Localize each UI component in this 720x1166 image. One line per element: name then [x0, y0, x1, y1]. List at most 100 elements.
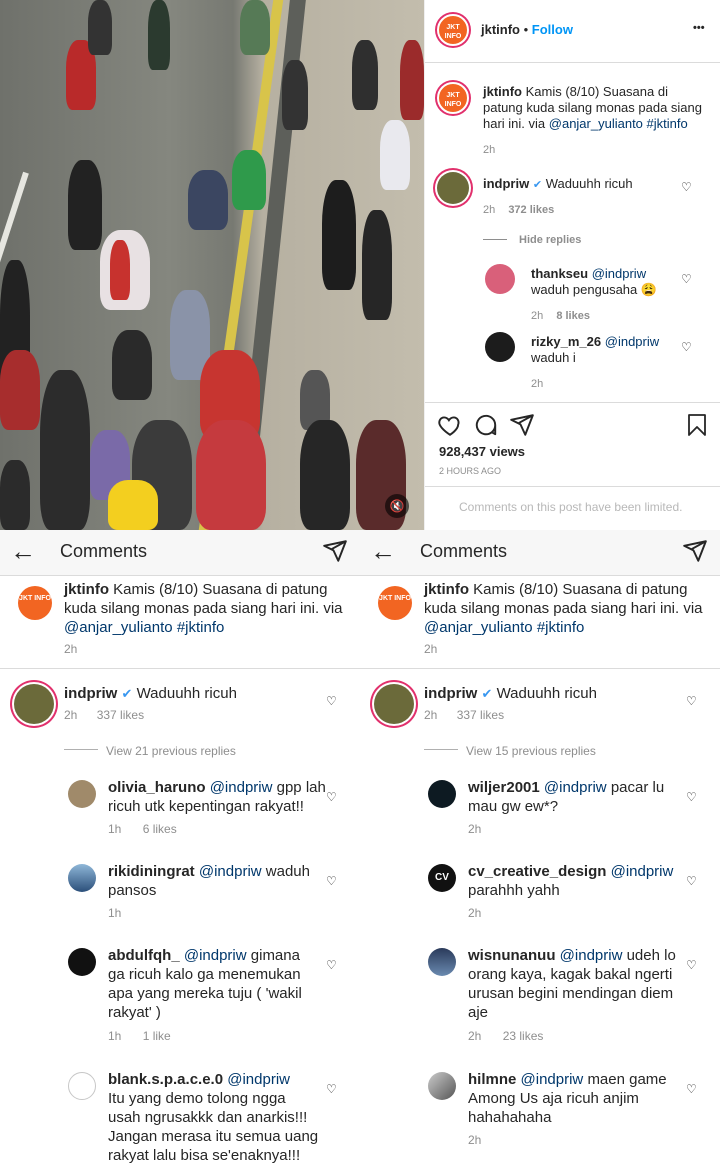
comment-time: 2h — [424, 708, 438, 722]
reply-username[interactable]: wisnunanuu — [468, 947, 556, 964]
jktinfo-avatar-caption[interactable]: JKT INFO — [437, 82, 469, 114]
reply-likes[interactable]: 23 likes — [503, 1029, 544, 1043]
mute-icon[interactable]: 🔇 — [385, 494, 409, 518]
comment-icon[interactable] — [473, 412, 499, 438]
caption-username[interactable]: jktinfo — [483, 84, 522, 99]
jktinfo-avatar-image[interactable]: JKT INFO — [378, 586, 412, 620]
indpriw-avatar[interactable] — [14, 684, 54, 724]
comment-username[interactable]: indpriw — [483, 176, 529, 191]
caption-username[interactable]: jktinfo — [64, 581, 109, 598]
wiljer-avatar[interactable] — [428, 780, 456, 808]
reply-likes[interactable]: 8 likes — [556, 310, 590, 322]
send-direct-icon[interactable] — [322, 538, 348, 564]
like-heart-icon[interactable]: ♡ — [686, 694, 697, 708]
indpriw-avatar[interactable] — [437, 172, 469, 204]
reply-text: rakyat' ) — [108, 1004, 161, 1021]
reply-mention[interactable]: @indpriw — [227, 1071, 290, 1088]
view-previous-replies[interactable]: View 15 previous replies — [466, 744, 596, 758]
like-heart-icon[interactable]: ♡ — [681, 180, 692, 194]
share-icon[interactable] — [509, 412, 535, 438]
more-options-icon[interactable]: ••• — [693, 22, 705, 34]
reply-username[interactable]: cv_creative_design — [468, 863, 606, 880]
reply-username[interactable]: blank.s.p.a.c.e.0 — [108, 1071, 223, 1088]
comment-username[interactable]: indpriw — [424, 685, 477, 702]
reply-mention[interactable]: @indpriw — [544, 779, 607, 796]
send-direct-icon[interactable] — [682, 538, 708, 564]
like-heart-icon[interactable]: ♡ — [686, 958, 697, 972]
post-username[interactable]: jktinfo — [481, 22, 520, 37]
back-arrow-icon[interactable]: ← — [10, 538, 36, 564]
like-heart-icon[interactable]: ♡ — [686, 874, 697, 888]
like-heart-icon[interactable]: ♡ — [326, 874, 337, 888]
like-heart-icon[interactable]: ♡ — [686, 1082, 697, 1096]
comment-username[interactable]: indpriw — [64, 685, 117, 702]
view-count[interactable]: 928,437 views — [439, 444, 525, 460]
like-heart-icon[interactable]: ♡ — [326, 790, 337, 804]
follow-button[interactable]: Follow — [532, 22, 573, 37]
caption-mention[interactable]: @anjar_yulianto — [424, 619, 533, 636]
comment-main: indpriw ✔ Waduuhh ricuh — [483, 176, 633, 193]
cv-creative-avatar[interactable]: CV — [428, 864, 456, 892]
caption-hashtag[interactable]: #jktinfo — [537, 619, 585, 636]
caption-hashtag[interactable]: #jktinfo — [177, 619, 225, 636]
reply-mention[interactable]: @indpriw — [521, 1071, 584, 1088]
reply-mention[interactable]: @indpriw — [184, 947, 247, 964]
reply-username[interactable]: wiljer2001 — [468, 779, 540, 796]
view-previous-replies[interactable]: View 21 previous replies — [106, 744, 236, 758]
abdulfqh-avatar[interactable] — [68, 948, 96, 976]
caption-hashtag[interactable]: #jktinfo — [647, 116, 688, 131]
reply-username[interactable]: thankseu — [531, 266, 588, 281]
verified-icon: ✔ — [121, 686, 133, 701]
post-video[interactable]: 🔇 — [0, 0, 424, 530]
reply-item: wisnunanuu @indpriw udeh lo orang kaya, … — [468, 946, 692, 1022]
like-heart-icon[interactable]: ♡ — [686, 790, 697, 804]
caption: jktinfo Kamis (8/10) Suasana di patung k… — [64, 580, 354, 637]
caption-mention[interactable]: @anjar_yulianto — [64, 619, 173, 636]
like-heart-icon[interactable]: ♡ — [326, 958, 337, 972]
reply-likes[interactable]: 6 likes — [143, 822, 177, 836]
reply-username[interactable]: olivia_haruno — [108, 779, 206, 796]
caption-time: 2h — [483, 144, 496, 156]
like-heart-icon[interactable]: ♡ — [326, 694, 337, 708]
hilmne-avatar[interactable] — [428, 1072, 456, 1100]
like-heart-icon[interactable]: ♡ — [681, 272, 692, 286]
olivia-avatar[interactable] — [68, 780, 96, 808]
reply-username[interactable]: rizky_m_26 — [531, 334, 601, 349]
main-comment: indpriw ✔ Waduuhh ricuh — [64, 684, 237, 703]
comment-likes[interactable]: 337 likes — [457, 708, 504, 722]
caption-username[interactable]: jktinfo — [424, 581, 469, 598]
reply-mention[interactable]: @indpriw — [611, 863, 674, 880]
reply-time: 2h — [468, 1029, 482, 1043]
rizky-avatar[interactable] — [485, 332, 515, 362]
back-arrow-icon[interactable]: ← — [370, 538, 396, 564]
caption-mention[interactable]: @anjar_yulianto — [549, 116, 643, 131]
comment-likes[interactable]: 337 likes — [97, 708, 144, 722]
caption: jktinfo Kamis (8/10) Suasana di patung k… — [424, 580, 714, 637]
reply-text: maen game — [587, 1071, 667, 1088]
like-heart-icon[interactable]: ♡ — [681, 340, 692, 354]
reply-mention[interactable]: @indpriw — [605, 334, 659, 349]
reply-username[interactable]: hilmne — [468, 1071, 516, 1088]
reply-text: rakyat lalu bisa se'enaknya!!! — [108, 1147, 301, 1164]
main-comment-meta: 2h 337 likes — [64, 708, 144, 722]
wisnunanuu-avatar[interactable] — [428, 948, 456, 976]
rikidiningrat-avatar[interactable] — [68, 864, 96, 892]
hide-replies-link[interactable]: Hide replies — [519, 234, 581, 246]
reply-username[interactable]: rikidiningrat — [108, 863, 195, 880]
thankseu-avatar[interactable] — [485, 264, 515, 294]
jktinfo-avatar[interactable]: JKT INFO — [437, 14, 469, 46]
like-heart-icon[interactable] — [437, 412, 463, 438]
comment-likes[interactable]: 372 likes — [508, 204, 554, 216]
reply-text: waduh — [265, 863, 310, 880]
reply-likes[interactable]: 1 like — [143, 1029, 171, 1043]
reply-username[interactable]: abdulfqh_ — [108, 947, 180, 964]
reply-mention[interactable]: @indpriw — [592, 266, 646, 281]
reply-mention[interactable]: @indpriw — [210, 779, 273, 796]
jktinfo-avatar-image[interactable]: JKT INFO — [18, 586, 52, 620]
reply-mention[interactable]: @indpriw — [560, 947, 623, 964]
save-bookmark-icon[interactable] — [685, 412, 709, 438]
blank-space-avatar[interactable] — [68, 1072, 96, 1100]
indpriw-avatar[interactable] — [374, 684, 414, 724]
like-heart-icon[interactable]: ♡ — [326, 1082, 337, 1096]
reply-mention[interactable]: @indpriw — [199, 863, 262, 880]
